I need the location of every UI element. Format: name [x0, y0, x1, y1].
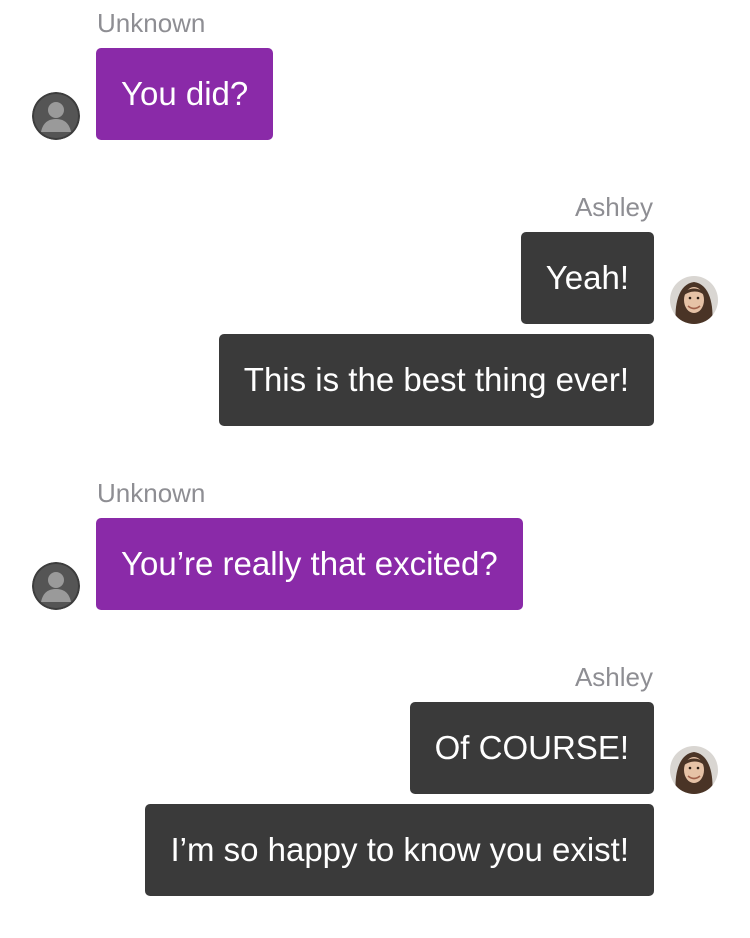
sender-name: Unknown [97, 478, 206, 508]
message-bubble[interactable]: Of COURSE! [409, 702, 654, 794]
default-user-avatar-icon[interactable] [32, 562, 80, 610]
default-user-avatar-icon[interactable] [32, 92, 80, 140]
sender-name: Ashley [574, 192, 653, 222]
message-bubble[interactable]: Yeah! [520, 232, 654, 324]
message-bubble[interactable]: You did? [96, 48, 274, 140]
conversation-view: { "messages": [ { "sender": "Unknown", "… [0, 0, 750, 938]
message-bubble[interactable]: I’m so happy to know you exist! [145, 804, 654, 896]
ashley-photo-avatar[interactable] [670, 746, 718, 794]
sender-name: Unknown [97, 8, 206, 38]
ashley-photo-avatar[interactable] [670, 276, 718, 324]
sender-name: Ashley [574, 662, 653, 692]
message-bubble[interactable]: This is the best thing ever! [218, 334, 654, 426]
message-bubble[interactable]: You’re really that excited? [96, 518, 523, 610]
